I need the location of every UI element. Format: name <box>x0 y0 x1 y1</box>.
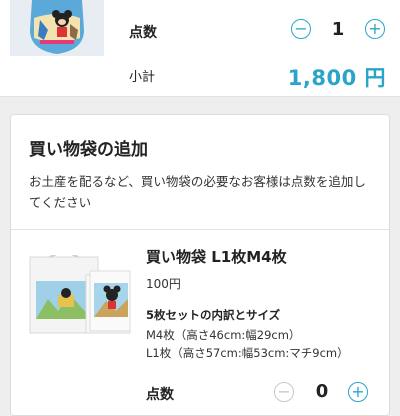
bag-spec-line: M4枚（高さ46cm:幅29cm） <box>146 328 301 342</box>
minus-icon: − <box>277 382 291 401</box>
divider <box>11 229 389 230</box>
quantity-value: 1 <box>331 19 345 40</box>
shopping-bag-image <box>28 252 133 337</box>
shopping-bag-section: 買い物袋の追加 お土産を配るなど、買い物袋の必要なお客様は点数を追加してください… <box>10 114 390 416</box>
section-title: 買い物袋の追加 <box>29 140 148 160</box>
plus-icon: + <box>368 19 382 38</box>
subtotal-label: 小計 <box>129 70 156 85</box>
subtotal-value: 1,800 円 <box>287 66 386 90</box>
minus-icon: − <box>294 19 308 38</box>
decrease-bag-quantity-button[interactable]: − <box>274 382 294 402</box>
shopping-bag-illustration <box>28 252 133 337</box>
bag-quantity-value: 0 <box>315 381 329 402</box>
souvenir-bottle-image <box>10 0 104 56</box>
product-image <box>10 0 104 56</box>
increase-bag-quantity-button[interactable]: + <box>348 382 368 402</box>
increase-quantity-button[interactable]: + <box>365 19 385 39</box>
bag-product-price: 100円 <box>146 277 181 291</box>
bag-quantity-label: 点数 <box>146 387 174 403</box>
section-description: お土産を配るなど、買い物袋の必要なお客様は点数を追加してください <box>29 174 366 210</box>
cart-item-card: 点数 − 1 + 小計 1,800 円 <box>0 0 400 97</box>
bag-spec-line: L1枚（高さ57cm:幅53cm:マチ9cm） <box>146 346 349 360</box>
plus-icon: + <box>351 382 365 401</box>
bag-product-name: 買い物袋 L1枚M4枚 <box>146 248 287 266</box>
quantity-label: 点数 <box>129 25 157 41</box>
bag-spec-title: 5枚セットの内訳とサイズ <box>146 308 281 322</box>
decrease-quantity-button[interactable]: − <box>291 19 311 39</box>
